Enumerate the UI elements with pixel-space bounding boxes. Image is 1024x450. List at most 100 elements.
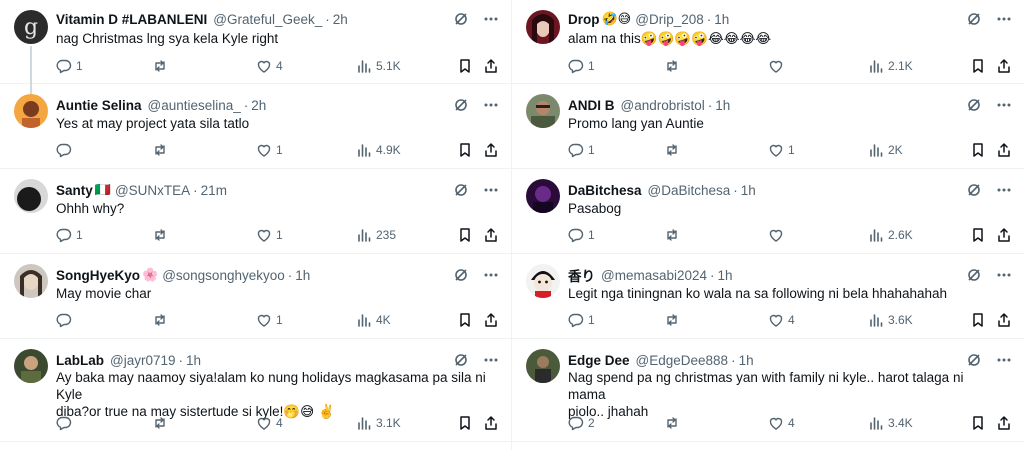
avatar[interactable] bbox=[14, 94, 48, 128]
avatar[interactable] bbox=[14, 179, 48, 213]
like-button[interactable]: 4 bbox=[256, 415, 283, 431]
display-name[interactable]: SongHyeKyo bbox=[56, 268, 140, 283]
like-button[interactable]: 1 bbox=[256, 312, 283, 328]
repost-button[interactable] bbox=[664, 227, 684, 243]
like-button[interactable]: 1 bbox=[256, 227, 283, 243]
reply-button[interactable]: 2 bbox=[568, 415, 595, 431]
timestamp[interactable]: 2h bbox=[333, 12, 348, 27]
avatar[interactable] bbox=[14, 264, 48, 298]
reply-button[interactable]: 1 bbox=[568, 312, 595, 328]
grok-icon[interactable] bbox=[966, 352, 982, 368]
grok-icon[interactable] bbox=[966, 11, 982, 27]
timestamp[interactable]: 1h bbox=[295, 268, 310, 283]
views-button[interactable]: 2K bbox=[868, 142, 903, 158]
display-name[interactable]: Auntie Selina bbox=[56, 98, 142, 113]
avatar[interactable] bbox=[14, 349, 48, 383]
like-button[interactable]: 4 bbox=[256, 58, 283, 74]
share-button[interactable] bbox=[996, 415, 1012, 431]
tweet[interactable]: Drop 🤣😅 @Drip_208 · 1h alam na this🤪🤪🤪🤪😂… bbox=[512, 0, 1024, 84]
reply-button[interactable]: 1 bbox=[568, 142, 595, 158]
bookmark-button[interactable] bbox=[457, 142, 473, 158]
handle[interactable]: @Grateful_Geek_ bbox=[213, 12, 322, 27]
bookmark-button[interactable] bbox=[970, 312, 986, 328]
handle[interactable]: @memasabi2024 bbox=[601, 268, 707, 283]
views-button[interactable]: 2.6K bbox=[868, 227, 913, 243]
more-icon[interactable] bbox=[996, 97, 1012, 113]
handle[interactable]: @jayr0719 bbox=[110, 353, 176, 368]
share-button[interactable] bbox=[483, 312, 499, 328]
more-icon[interactable] bbox=[996, 267, 1012, 283]
more-icon[interactable] bbox=[996, 11, 1012, 27]
grok-icon[interactable] bbox=[453, 11, 469, 27]
views-button[interactable]: 3.4K bbox=[868, 415, 913, 431]
handle[interactable]: @EdgeDee888 bbox=[636, 353, 729, 368]
repost-button[interactable] bbox=[664, 142, 684, 158]
timestamp[interactable]: 21m bbox=[201, 183, 227, 198]
timestamp[interactable]: 1h bbox=[718, 268, 733, 283]
more-icon[interactable] bbox=[483, 11, 499, 27]
more-icon[interactable] bbox=[483, 182, 499, 198]
like-button[interactable]: 1 bbox=[768, 142, 795, 158]
more-icon[interactable] bbox=[996, 352, 1012, 368]
bookmark-button[interactable] bbox=[457, 227, 473, 243]
grok-icon[interactable] bbox=[453, 97, 469, 113]
more-icon[interactable] bbox=[996, 182, 1012, 198]
handle[interactable]: @SUNxTEA bbox=[115, 183, 190, 198]
display-name[interactable]: ANDI B bbox=[568, 98, 615, 113]
share-button[interactable] bbox=[996, 142, 1012, 158]
share-button[interactable] bbox=[483, 415, 499, 431]
share-button[interactable] bbox=[996, 312, 1012, 328]
bookmark-button[interactable] bbox=[457, 415, 473, 431]
avatar[interactable] bbox=[526, 349, 560, 383]
like-button[interactable]: 1 bbox=[256, 142, 283, 158]
like-button[interactable] bbox=[768, 227, 788, 243]
bookmark-button[interactable] bbox=[970, 415, 986, 431]
timestamp[interactable]: 1h bbox=[715, 98, 730, 113]
repost-button[interactable] bbox=[152, 415, 172, 431]
reply-button[interactable]: 1 bbox=[56, 227, 83, 243]
tweet[interactable]: Edge Dee @EdgeDee888 · 1h Nag spend pa n… bbox=[512, 339, 1024, 442]
views-button[interactable]: 2.1K bbox=[868, 58, 913, 74]
timestamp[interactable]: 2h bbox=[251, 98, 266, 113]
bookmark-button[interactable] bbox=[970, 58, 986, 74]
reply-button[interactable] bbox=[56, 415, 76, 431]
timestamp[interactable]: 1h bbox=[741, 183, 756, 198]
timestamp[interactable]: 1h bbox=[714, 12, 729, 27]
display-name[interactable]: Drop bbox=[568, 12, 600, 27]
reply-button[interactable]: 1 bbox=[568, 58, 595, 74]
share-button[interactable] bbox=[483, 227, 499, 243]
tweet[interactable]: 香り @memasabi2024 · 1h Legit nga tiningna… bbox=[512, 254, 1024, 339]
grok-icon[interactable] bbox=[453, 352, 469, 368]
display-name[interactable]: 香り bbox=[568, 265, 595, 285]
display-name[interactable]: Santy bbox=[56, 183, 93, 198]
like-button[interactable] bbox=[768, 58, 788, 74]
views-button[interactable]: 235 bbox=[356, 227, 396, 243]
display-name[interactable]: Edge Dee bbox=[568, 353, 630, 368]
more-icon[interactable] bbox=[483, 352, 499, 368]
more-icon[interactable] bbox=[483, 97, 499, 113]
share-button[interactable] bbox=[483, 142, 499, 158]
views-button[interactable]: 4K bbox=[356, 312, 391, 328]
handle[interactable]: @songsonghyekyoo bbox=[162, 268, 285, 283]
grok-icon[interactable] bbox=[966, 97, 982, 113]
tweet[interactable]: Santy 🇮🇹 @SUNxTEA · 21m Ohhh why? 1 1 23… bbox=[0, 169, 511, 254]
avatar[interactable] bbox=[526, 94, 560, 128]
grok-icon[interactable] bbox=[453, 182, 469, 198]
repost-button[interactable] bbox=[664, 415, 684, 431]
avatar[interactable] bbox=[526, 179, 560, 213]
tweet[interactable]: LabLab @jayr0719 · 1h Ay baka may naamoy… bbox=[0, 339, 511, 442]
share-button[interactable] bbox=[996, 227, 1012, 243]
avatar[interactable] bbox=[526, 264, 560, 298]
avatar[interactable] bbox=[526, 10, 560, 44]
like-button[interactable]: 4 bbox=[768, 415, 795, 431]
bookmark-button[interactable] bbox=[970, 142, 986, 158]
repost-button[interactable] bbox=[152, 142, 172, 158]
views-button[interactable]: 5.1K bbox=[356, 58, 401, 74]
display-name[interactable]: LabLab bbox=[56, 353, 104, 368]
repost-button[interactable] bbox=[152, 227, 172, 243]
timestamp[interactable]: 1h bbox=[739, 353, 754, 368]
avatar[interactable]: g bbox=[14, 10, 48, 44]
timestamp[interactable]: 1h bbox=[186, 353, 201, 368]
share-button[interactable] bbox=[996, 58, 1012, 74]
display-name[interactable]: DaBitchesa bbox=[568, 183, 642, 198]
